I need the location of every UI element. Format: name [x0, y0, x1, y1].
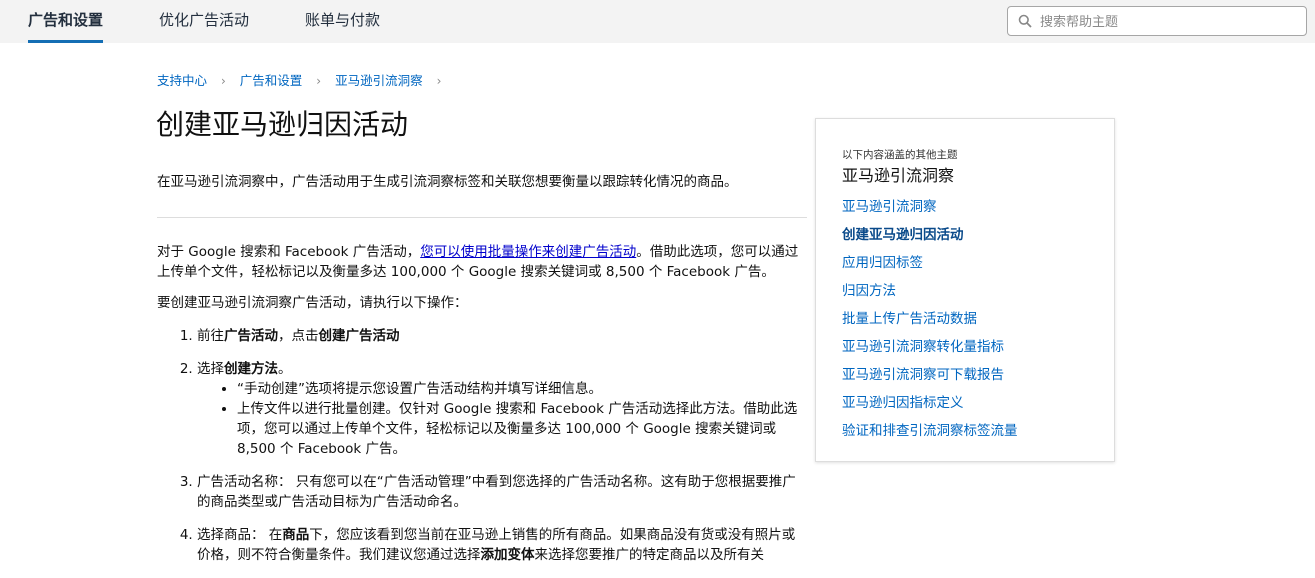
breadcrumb: 支持中心 › 广告和设置 › 亚马逊引流洞察 › — [157, 70, 451, 89]
step-text: 选择 — [197, 361, 224, 377]
related-topics-panel: 以下内容涵盖的其他主题 亚马逊引流洞察 亚马逊引流洞察 创建亚马逊归因活动 应用… — [815, 118, 1115, 462]
tab-optimize-campaigns[interactable]: 优化广告活动 — [159, 0, 249, 43]
sidebar-item-metric-definitions[interactable]: 亚马逊归因指标定义 — [842, 389, 1018, 417]
sidebar-item-attribution-methods[interactable]: 归因方法 — [842, 277, 1018, 305]
related-topics-title: 亚马逊引流洞察 — [842, 166, 955, 185]
step-4: 选择商品： 在商品下，您应该看到您当前在亚马逊上销售的所有商品。如果商品没有货或… — [197, 525, 807, 565]
sidebar-item-conversion-metrics[interactable]: 亚马逊引流洞察转化量指标 — [842, 333, 1018, 361]
list-item: 上传文件以进行批量创建。仅针对 Google 搜索和 Facebook 广告活动… — [237, 399, 807, 459]
intro-paragraph: 在亚马逊引流洞察中，广告活动用于生成引流洞察标签和关联您想要衡量以跟踪转化情况的… — [157, 174, 738, 190]
sidebar-item-create-campaign[interactable]: 创建亚马逊归因活动 — [842, 221, 1018, 249]
help-search-box[interactable] — [1007, 6, 1307, 37]
steps-list: 前往广告活动，点击创建广告活动 选择创建方法。 “手动创建”选项将提示您设置广告… — [157, 326, 807, 565]
breadcrumb-amazon-attribution[interactable]: 亚马逊引流洞察 — [335, 73, 423, 88]
sidebar-item-apply-tags[interactable]: 应用归因标签 — [842, 249, 1018, 277]
tab-billing-and-payments[interactable]: 账单与付款 — [305, 0, 380, 43]
step-3: 广告活动名称： 只有您可以在“广告活动管理”中看到您选择的广告活动名称。这有助于… — [197, 472, 807, 512]
sidebar-item-bulk-upload[interactable]: 批量上传广告活动数据 — [842, 305, 1018, 333]
step-1: 前往广告活动，点击创建广告活动 — [197, 326, 807, 346]
bulk-note-text: 对于 Google 搜索和 Facebook 广告活动， — [157, 244, 421, 260]
step-text: 。 — [278, 361, 292, 377]
step-2: 选择创建方法。 “手动创建”选项将提示您设置广告活动结构并填写详细信息。 上传文… — [197, 359, 807, 459]
search-icon — [1018, 14, 1032, 28]
bulk-operations-link[interactable]: 您可以使用批量操作来创建广告活动 — [420, 244, 636, 260]
search-input[interactable] — [1038, 7, 1302, 37]
breadcrumb-support-center[interactable]: 支持中心 — [157, 73, 207, 88]
lead-paragraph: 要创建亚马逊引流洞察广告活动，请执行以下操作： — [157, 295, 468, 311]
step-text: ，点击 — [278, 328, 319, 344]
chevron-right-icon: › — [316, 74, 322, 88]
chevron-right-icon: › — [436, 74, 442, 88]
tab-ads-and-settings[interactable]: 广告和设置 — [28, 0, 104, 43]
sidebar-item-downloadable-reports[interactable]: 亚马逊引流洞察可下载报告 — [842, 361, 1018, 389]
sidebar-item-troubleshoot-traffic[interactable]: 验证和排查引流洞察标签流量 — [842, 417, 1018, 445]
article-body: 在亚马逊引流洞察中，广告活动用于生成引流洞察标签和关联您想要衡量以跟踪转化情况的… — [157, 172, 807, 578]
step-2-bullets: “手动创建”选项将提示您设置广告活动结构并填写详细信息。 上传文件以进行批量创建… — [197, 379, 807, 459]
bulk-note-paragraph: 对于 Google 搜索和 Facebook 广告活动，您可以使用批量操作来创建… — [157, 242, 807, 282]
step-text: 来选择您要推广的特定商品以及所有关 — [534, 547, 765, 563]
list-item: “手动创建”选项将提示您设置广告活动结构并填写详细信息。 — [237, 379, 807, 399]
chevron-right-icon: › — [221, 74, 226, 88]
step-bold: 广告活动 — [224, 328, 278, 344]
divider — [157, 217, 807, 218]
step-bold: 添加变体 — [480, 547, 535, 563]
related-topics-hint: 以下内容涵盖的其他主题 — [842, 149, 958, 161]
step-bold: 创建广告活动 — [318, 328, 400, 344]
step-bold: 商品 — [282, 527, 310, 543]
step-bold: 创建方法 — [224, 361, 278, 377]
page-title: 创建亚马逊归因活动 — [156, 108, 409, 141]
sidebar-item-amazon-attribution[interactable]: 亚马逊引流洞察 — [842, 193, 1018, 221]
step-text: 选择商品： 在 — [197, 527, 283, 543]
step-text: 前往 — [197, 328, 224, 344]
breadcrumb-ads-and-settings[interactable]: 广告和设置 — [240, 73, 303, 88]
related-topics-list: 亚马逊引流洞察 创建亚马逊归因活动 应用归因标签 归因方法 批量上传广告活动数据… — [842, 193, 1018, 445]
top-navigation-bar: 广告和设置 优化广告活动 账单与付款 — [0, 0, 1315, 43]
